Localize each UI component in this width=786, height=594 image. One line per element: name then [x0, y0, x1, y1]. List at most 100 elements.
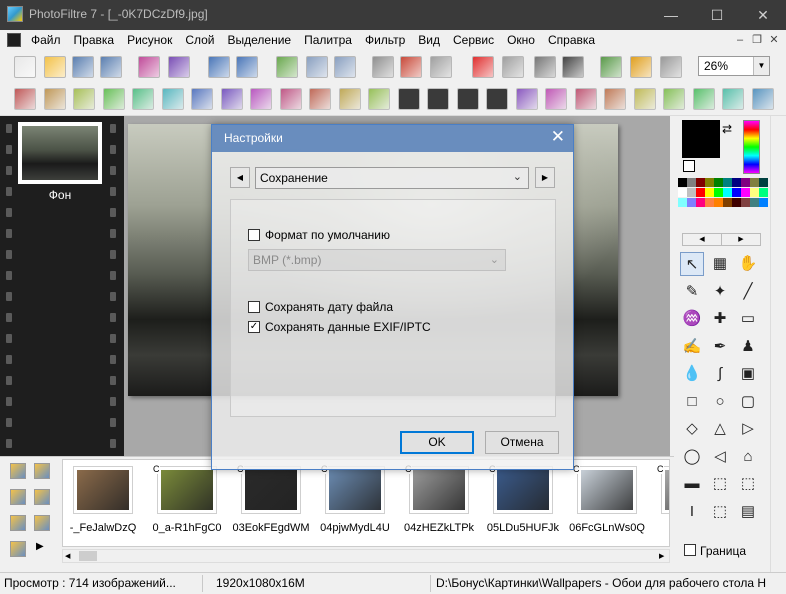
tool-icon[interactable]: ✋: [736, 252, 760, 276]
app-icon[interactable]: [7, 6, 23, 22]
chevron-down-icon[interactable]: ▼: [753, 57, 769, 75]
filter-button-icon[interactable]: [338, 88, 361, 110]
cancel-button[interactable]: Отмена: [485, 431, 559, 454]
foreground-color[interactable]: [682, 120, 720, 158]
toolbar-button-icon[interactable]: [168, 56, 190, 78]
scroll-right-icon[interactable]: ▶: [659, 552, 667, 560]
palette-swatch[interactable]: [732, 198, 741, 207]
save-exif-checkbox[interactable]: ✓: [248, 321, 260, 333]
palette-swatch[interactable]: [678, 198, 687, 207]
tool-icon[interactable]: ⬚: [736, 472, 760, 496]
filter-button-icon[interactable]: [515, 88, 538, 110]
palette-swatch[interactable]: [696, 188, 705, 197]
thumbnail-strip[interactable]: -_FeJalwDzQC0_a-R1hFgC0C03EokFEgdWMC04pj…: [62, 459, 670, 547]
format-select[interactable]: BMP (*.bmp) ⌄: [248, 249, 506, 271]
tool-icon[interactable]: ✒: [708, 335, 732, 359]
close-button[interactable]: ✕: [740, 0, 786, 30]
vertical-scrollbar[interactable]: [770, 116, 786, 572]
minimize-button[interactable]: —: [648, 0, 694, 30]
tool-icon[interactable]: 💧: [680, 362, 704, 386]
menu-item-3[interactable]: Слой: [185, 33, 221, 47]
tool-icon[interactable]: ▢: [736, 390, 760, 414]
border-option[interactable]: Граница: [684, 544, 746, 558]
maximize-button[interactable]: ☐: [694, 0, 740, 30]
browser-tool-icon[interactable]: [34, 463, 50, 479]
save-date-label[interactable]: Сохранять дату файла: [265, 300, 393, 314]
mdi-minimize-button[interactable]: –: [732, 32, 748, 48]
palette-swatch[interactable]: [678, 188, 687, 197]
palette-swatch[interactable]: [750, 188, 759, 197]
tool-icon[interactable]: ▷: [736, 417, 760, 441]
zoom-select[interactable]: 26% ▼: [698, 56, 770, 76]
palette-swatch[interactable]: [741, 198, 750, 207]
filter-button-icon[interactable]: [14, 88, 36, 110]
filter-button-icon[interactable]: [132, 88, 154, 110]
save-exif-label[interactable]: Сохранять данные EXIF/IPTC: [265, 320, 431, 334]
tool-icon[interactable]: I: [680, 500, 704, 524]
horizontal-scrollbar[interactable]: ◀ ▶: [62, 549, 670, 563]
menu-item-8[interactable]: Сервис: [453, 33, 501, 47]
tool-icon[interactable]: ▣: [736, 362, 760, 386]
thumbnail-item[interactable]: C 06: [651, 464, 669, 534]
browser-tool-icon[interactable]: [10, 541, 26, 557]
menu-item-4[interactable]: Выделение: [228, 33, 299, 47]
filter-button-icon[interactable]: [427, 88, 449, 110]
tool-icon[interactable]: ∫: [708, 362, 732, 386]
palette-swatch[interactable]: [723, 178, 732, 187]
palette-swatch[interactable]: [696, 198, 705, 207]
toolbar-button-icon[interactable]: [660, 56, 682, 78]
swap-colors-icon[interactable]: ⇄: [722, 122, 732, 136]
toolbar-button-icon[interactable]: [534, 56, 556, 78]
border-checkbox[interactable]: [684, 544, 696, 556]
filter-button-icon[interactable]: [486, 88, 508, 110]
thumbnail-item[interactable]: C 06FcGLnWs0Q: [567, 464, 647, 534]
document-icon[interactable]: [7, 33, 21, 47]
tool-icon[interactable]: ○: [708, 390, 732, 414]
section-select[interactable]: Сохранение ⌄: [255, 167, 529, 189]
palette-prev-button[interactable]: ◀: [682, 233, 722, 246]
palette-swatch[interactable]: [714, 198, 723, 207]
menu-item-7[interactable]: Вид: [418, 33, 447, 47]
tool-icon[interactable]: ╱: [736, 280, 760, 304]
toolbar-button-icon[interactable]: [400, 56, 422, 78]
toolbar-button-icon[interactable]: [306, 56, 328, 78]
palette-swatch[interactable]: [723, 198, 732, 207]
default-format-label[interactable]: Формат по умолчанию: [265, 228, 390, 242]
palette-swatch[interactable]: [687, 188, 696, 197]
toolbar-button-icon[interactable]: [630, 56, 652, 78]
tool-icon[interactable]: ✎: [680, 280, 704, 304]
filter-button-icon[interactable]: [663, 88, 685, 110]
menu-item-6[interactable]: Фильтр: [365, 33, 412, 47]
filter-button-icon[interactable]: [161, 88, 184, 110]
prev-section-button[interactable]: ◀: [230, 167, 250, 188]
browser-tool-icon[interactable]: [34, 515, 50, 531]
mdi-close-button[interactable]: ✕: [766, 32, 782, 48]
ok-button[interactable]: OK: [400, 431, 474, 454]
filter-button-icon[interactable]: [574, 88, 597, 110]
menu-item-9[interactable]: Окно: [507, 33, 542, 47]
palette-swatch[interactable]: [723, 188, 732, 197]
tool-icon[interactable]: ◇: [680, 417, 704, 441]
browser-tool-icon[interactable]: [34, 489, 50, 505]
filter-button-icon[interactable]: [43, 88, 66, 110]
palette-swatch[interactable]: [696, 178, 705, 187]
toolbar-button-icon[interactable]: [472, 56, 494, 78]
palette-swatch[interactable]: [750, 178, 759, 187]
toolbar-button-icon[interactable]: [100, 56, 122, 78]
palette-swatch[interactable]: [714, 188, 723, 197]
palette-next-button[interactable]: ▶: [721, 233, 761, 246]
palette-swatch[interactable]: [687, 198, 696, 207]
tool-icon[interactable]: ▬: [680, 472, 704, 496]
filter-button-icon[interactable]: [250, 88, 272, 110]
toolbar-button-icon[interactable]: [72, 56, 94, 78]
thumbnail-item[interactable]: C03EokFEgdWM: [231, 464, 311, 534]
palette-swatch[interactable]: [705, 188, 714, 197]
palette-swatch[interactable]: [750, 198, 759, 207]
filter-button-icon[interactable]: [604, 88, 626, 110]
palette-swatch[interactable]: [687, 178, 696, 187]
scroll-thumb[interactable]: [79, 551, 97, 561]
toolbar-button-icon[interactable]: [430, 56, 452, 78]
browser-tool-icon[interactable]: [10, 463, 26, 479]
thumbnail-item[interactable]: C05LDu5HUFJk: [483, 464, 563, 534]
browser-tool-icon[interactable]: [10, 515, 26, 531]
